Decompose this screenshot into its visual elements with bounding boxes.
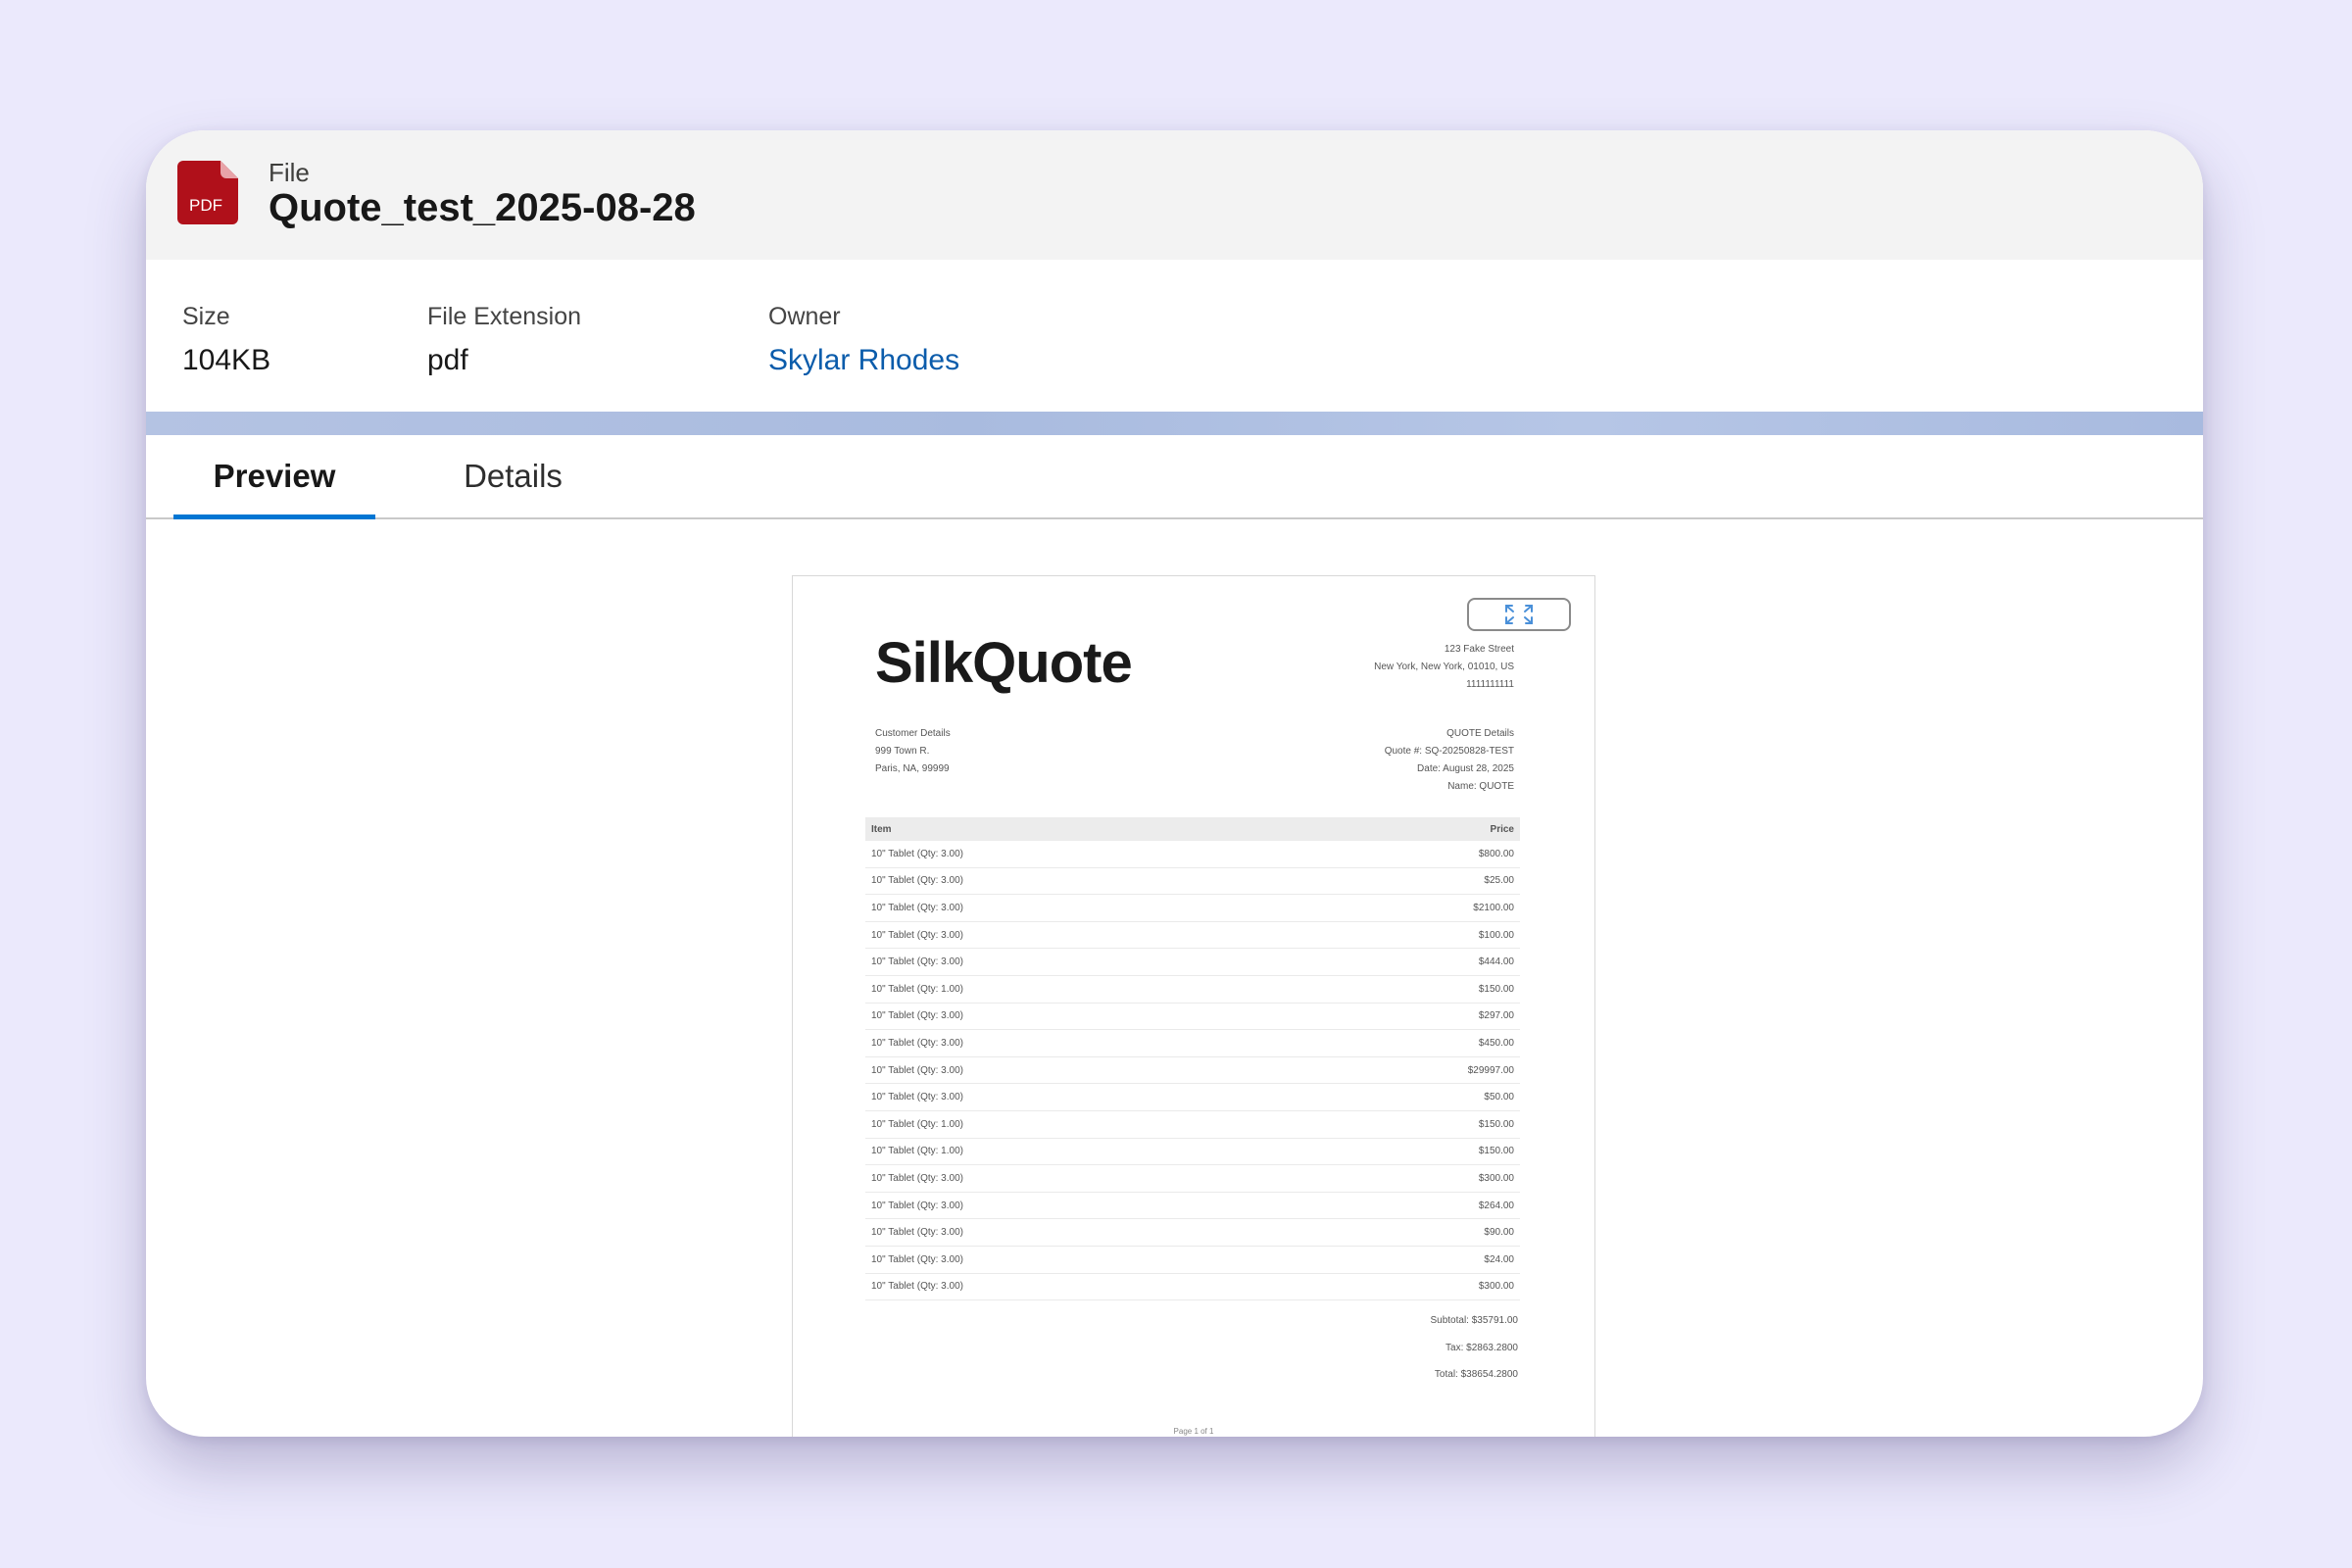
item-cell: 10" Tablet (Qty: 3.00) [865, 921, 1286, 950]
price-cell: $2100.00 [1285, 894, 1520, 922]
tab-details[interactable]: Details [442, 435, 584, 517]
price-cell: $450.00 [1285, 1029, 1520, 1057]
table-row: 10" Tablet (Qty: 1.00) $150.00 [865, 1138, 1520, 1166]
price-cell: $264.00 [1285, 1192, 1520, 1220]
owner-link[interactable]: Skylar Rhodes [768, 344, 959, 377]
quote-detail-line: Name: QUOTE [1447, 781, 1514, 792]
table-row: 10" Tablet (Qty: 3.00) $29997.00 [865, 1056, 1520, 1085]
customer-line: Customer Details [875, 728, 951, 739]
size-label: Size [182, 303, 230, 330]
item-cell: 10" Tablet (Qty: 3.00) [865, 1083, 1286, 1111]
table-row: 10" Tablet (Qty: 3.00) $300.00 [865, 1164, 1520, 1193]
quote-detail-line: Quote #: SQ-20250828-TEST [1384, 746, 1514, 757]
record-header: PDF File Quote_test_2025-08-28 [146, 130, 2203, 260]
price-cell: $100.00 [1285, 921, 1520, 950]
file-extension-value: pdf [427, 344, 468, 376]
price-column-header: Price [1285, 817, 1520, 841]
address-line: New York, New York, 01010, US [1374, 662, 1514, 672]
item-cell: 10" Tablet (Qty: 3.00) [865, 1218, 1286, 1247]
subtotal: Subtotal: $35791.00 [1430, 1315, 1518, 1326]
expand-preview-button[interactable] [1467, 598, 1571, 631]
price-cell: $50.00 [1285, 1083, 1520, 1111]
expand-icon [1505, 605, 1533, 624]
price-cell: $25.00 [1285, 867, 1520, 896]
quote-brand: SilkQuote [875, 631, 1133, 695]
price-cell: $444.00 [1285, 948, 1520, 976]
price-cell: $150.00 [1285, 1138, 1520, 1166]
item-cell: 10" Tablet (Qty: 3.00) [865, 1273, 1286, 1301]
owner-label: Owner [768, 303, 841, 330]
company-address: 123 Fake Street New York, New York, 0101… [1374, 641, 1514, 694]
table-row: 10" Tablet (Qty: 3.00) $297.00 [865, 1003, 1520, 1031]
table-row: 10" Tablet (Qty: 3.00) $24.00 [865, 1246, 1520, 1274]
price-cell: $300.00 [1285, 1273, 1520, 1301]
table-row: 10" Tablet (Qty: 1.00) $150.00 [865, 1110, 1520, 1139]
item-cell: 10" Tablet (Qty: 3.00) [865, 1056, 1286, 1085]
file-record-card: PDF File Quote_test_2025-08-28 Size 104K… [146, 130, 2203, 1437]
size-value: 104KB [182, 344, 271, 376]
item-cell: 10" Tablet (Qty: 3.00) [865, 948, 1286, 976]
object-type-label: File [269, 158, 310, 187]
table-row: 10" Tablet (Qty: 3.00) $450.00 [865, 1029, 1520, 1057]
table-row: 10" Tablet (Qty: 3.00) $50.00 [865, 1083, 1520, 1111]
pdf-preview[interactable]: SilkQuote 123 Fake Street New York, New … [792, 575, 1595, 1437]
pdf-file-icon: PDF [177, 161, 238, 224]
item-cell: 10" Tablet (Qty: 1.00) [865, 1138, 1286, 1166]
price-cell: $150.00 [1285, 975, 1520, 1004]
item-cell: 10" Tablet (Qty: 3.00) [865, 1246, 1286, 1274]
item-cell: 10" Tablet (Qty: 3.00) [865, 867, 1286, 896]
tab-preview[interactable]: Preview [173, 435, 375, 519]
page-footer: Page 1 of 1 [1173, 1427, 1214, 1436]
price-cell: $29997.00 [1285, 1056, 1520, 1085]
price-cell: $800.00 [1285, 841, 1520, 868]
item-cell: 10" Tablet (Qty: 1.00) [865, 1110, 1286, 1139]
item-cell: 10" Tablet (Qty: 3.00) [865, 894, 1286, 922]
owner-field: Owner Skylar Rhodes [768, 303, 959, 377]
file-extension-label: File Extension [427, 303, 582, 330]
item-column-header: Item [865, 817, 1286, 841]
quote-totals: Subtotal: $35791.00 Tax: $2863.2800 Tota… [1430, 1307, 1518, 1389]
table-row: 10" Tablet (Qty: 3.00) $90.00 [865, 1218, 1520, 1247]
item-cell: 10" Tablet (Qty: 3.00) [865, 1192, 1286, 1220]
quote-detail-line: QUOTE Details [1446, 728, 1514, 739]
item-cell: 10" Tablet (Qty: 3.00) [865, 841, 1286, 868]
customer-line: 999 Town R. [875, 746, 930, 757]
table-row: 10" Tablet (Qty: 3.00) $800.00 [865, 841, 1520, 868]
address-line: 123 Fake Street [1444, 644, 1514, 655]
tax: Tax: $2863.2800 [1446, 1342, 1518, 1353]
address-line: 1111111111 [1466, 679, 1514, 690]
price-cell: $300.00 [1285, 1164, 1520, 1193]
table-row: 10" Tablet (Qty: 3.00) $100.00 [865, 921, 1520, 950]
table-row: 10" Tablet (Qty: 3.00) $25.00 [865, 867, 1520, 896]
price-cell: $297.00 [1285, 1003, 1520, 1031]
customer-line: Paris, NA, 99999 [875, 763, 950, 774]
table-row: 10" Tablet (Qty: 3.00) $2100.00 [865, 894, 1520, 922]
price-cell: $150.00 [1285, 1110, 1520, 1139]
decorative-band [146, 412, 2203, 435]
item-cell: 10" Tablet (Qty: 3.00) [865, 1003, 1286, 1031]
table-row: 10" Tablet (Qty: 3.00) $264.00 [865, 1192, 1520, 1220]
customer-details: Customer Details 999 Town R. Paris, NA, … [875, 725, 951, 778]
quote-details: QUOTE Details Quote #: SQ-20250828-TEST … [1385, 725, 1514, 796]
table-row: 10" Tablet (Qty: 3.00) $444.00 [865, 948, 1520, 976]
total: Total: $38654.2800 [1434, 1369, 1518, 1380]
table-row: 10" Tablet (Qty: 1.00) $150.00 [865, 975, 1520, 1004]
quote-detail-line: Date: August 28, 2025 [1417, 763, 1514, 774]
size-field: Size 104KB [182, 303, 270, 377]
file-title: Quote_test_2025-08-28 [269, 186, 696, 229]
item-cell: 10" Tablet (Qty: 3.00) [865, 1164, 1286, 1193]
item-cell: 10" Tablet (Qty: 3.00) [865, 1029, 1286, 1057]
table-row: 10" Tablet (Qty: 3.00) $300.00 [865, 1273, 1520, 1301]
price-cell: $24.00 [1285, 1246, 1520, 1274]
svg-text:PDF: PDF [189, 196, 222, 215]
price-cell: $90.00 [1285, 1218, 1520, 1247]
item-cell: 10" Tablet (Qty: 1.00) [865, 975, 1286, 1004]
quote-items-table: Item Price 10" Tablet (Qty: 3.00) $800.00… [865, 817, 1520, 1301]
file-extension-field: File Extension pdf [427, 303, 581, 377]
tab-bar: Preview Details [146, 435, 2203, 519]
